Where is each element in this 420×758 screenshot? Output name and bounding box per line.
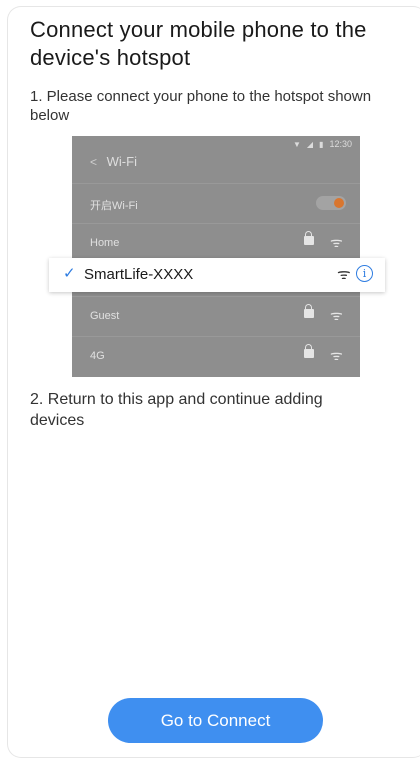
- network-name-4g: 4G: [90, 350, 105, 362]
- cellular-status-icon: ◢: [306, 139, 314, 149]
- lock-icon: [304, 304, 314, 318]
- phone-status-bar: ▼ ◢ ▮ 12:30: [293, 139, 352, 149]
- phone-clock: 12:30: [329, 139, 352, 149]
- phone-row-4g: 4G ᯤ: [72, 336, 360, 376]
- wifi-status-icon: ▼: [292, 139, 301, 149]
- phone-row-wifi-toggle: 开启Wi-Fi: [72, 183, 360, 223]
- checkmark-icon: ✓: [63, 265, 76, 282]
- wifi-signal-icon: ᯤ: [330, 307, 343, 323]
- selected-hotspot-row: ✓ SmartLife-XXXX ᯤ i: [49, 258, 385, 292]
- wifi-toggle-label: 开启Wi-Fi: [90, 200, 138, 212]
- wifi-toggle: [316, 196, 346, 210]
- battery-icon: ▮: [319, 139, 324, 149]
- step-two-text: 2. Return to this app and continue addin…: [30, 391, 323, 429]
- lock-icon: [304, 344, 314, 358]
- lock-icon: [304, 231, 314, 245]
- phone-wifi-header: < Wi-Fi: [90, 154, 137, 169]
- toggle-knob: [334, 198, 344, 208]
- info-icon: i: [356, 265, 373, 282]
- wifi-signal-icon: ᯤ: [337, 266, 351, 283]
- back-chevron-icon: <: [90, 155, 98, 169]
- wifi-signal-icon: ᯤ: [330, 347, 343, 363]
- wifi-signal-icon: ᯤ: [330, 234, 343, 250]
- page-title: Connect your mobile phone to the device'…: [30, 17, 367, 70]
- go-to-connect-button[interactable]: Go to Connect: [108, 698, 323, 743]
- network-name-guest: Guest: [90, 310, 120, 322]
- phone-wifi-title: Wi-Fi: [106, 154, 137, 169]
- step-one-text: 1. Please connect your phone to the hots…: [30, 88, 372, 124]
- network-name-home: Home: [90, 237, 120, 249]
- phone-row-home: Home ᯤ: [72, 223, 360, 263]
- hotspot-ssid: SmartLife-XXXX: [84, 266, 194, 283]
- phone-row-guest: Guest ᯤ: [72, 296, 360, 336]
- page: Connect your mobile phone to the device'…: [0, 0, 420, 758]
- phone-wifi-illustration: ▼ ◢ ▮ 12:30 < Wi-Fi 开启Wi-Fi Home ᯤ Guest…: [72, 136, 360, 377]
